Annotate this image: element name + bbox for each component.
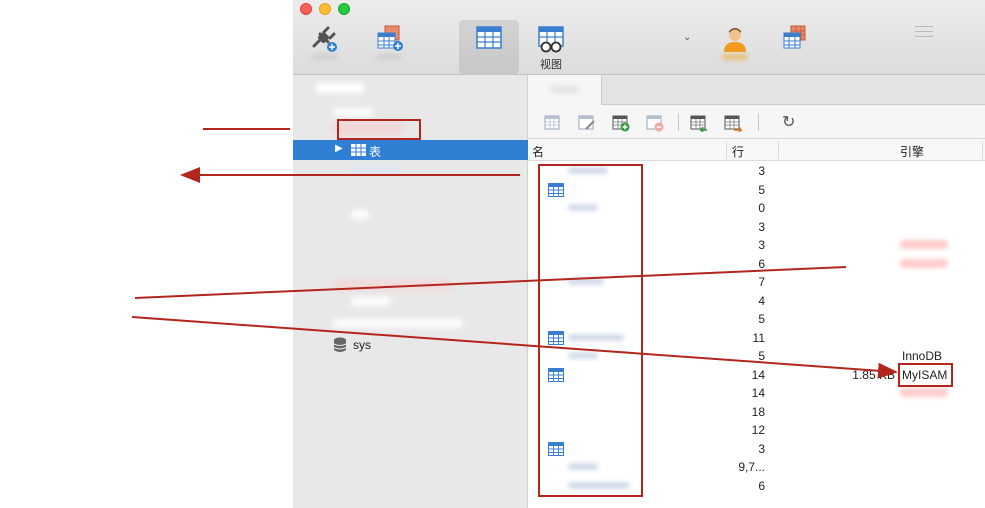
screenshot-stage: 视图 ⌄ ▶ 表 sys ↻ 名 行 引擎 3 5 0 3 3 6 7 4 5 …	[0, 0, 985, 508]
annotation-arrow	[131, 316, 898, 379]
annotation-arrows	[131, 128, 898, 379]
annotation-line	[134, 266, 847, 299]
